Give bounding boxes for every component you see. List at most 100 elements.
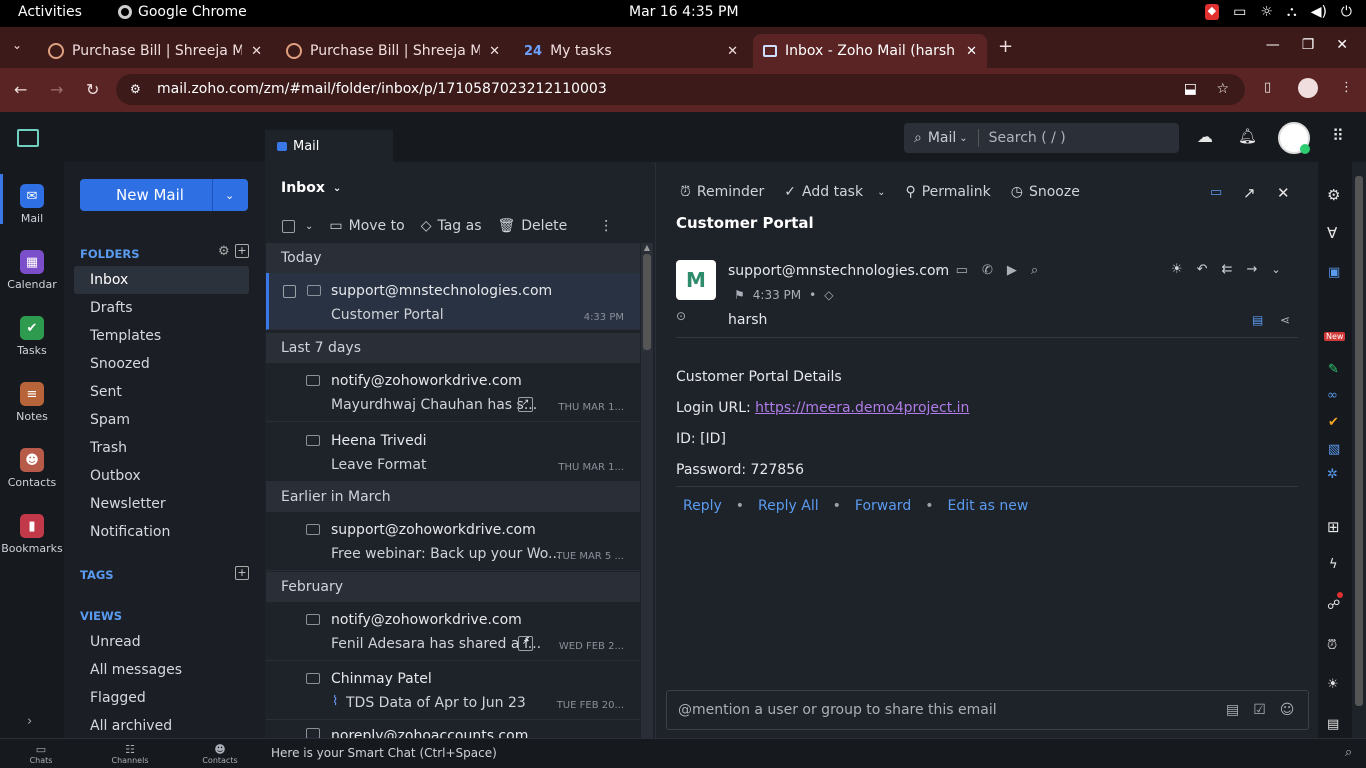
edit-as-new-link[interactable]: Edit as new	[947, 498, 1028, 514]
bell-icon[interactable]: 🔔︎	[1238, 127, 1257, 145]
share-icon[interactable]: ⋖	[1280, 313, 1290, 327]
brightness-icon[interactable]: ☼	[1260, 4, 1273, 20]
browser-tab[interactable]: Purchase Bill | Shreeja M ✕	[276, 34, 510, 68]
calendar-widget-icon[interactable]: ▣	[1328, 265, 1340, 280]
folder-item-sent[interactable]: Sent	[74, 378, 249, 406]
add-integration-icon[interactable]: ⊞	[1327, 518, 1340, 536]
close-tab-icon[interactable]: ✕	[489, 44, 500, 59]
notes-icon[interactable]: ▤	[1226, 702, 1239, 718]
forward-link[interactable]: Forward	[855, 498, 911, 514]
settings-icon[interactable]: ⚙	[1327, 186, 1340, 204]
scroll-up-icon[interactable]: ▲	[641, 243, 653, 252]
close-tab-icon[interactable]: ✕	[251, 44, 262, 59]
vault-icon[interactable]: ∀	[1327, 224, 1337, 242]
folder-item-outbox[interactable]: Outbox	[74, 462, 249, 490]
list-scrollbar[interactable]: ▲	[641, 243, 653, 738]
task-icon[interactable]: ☑	[1253, 702, 1266, 718]
rail-notes[interactable]: ≡ Notes	[0, 382, 64, 423]
clock[interactable]: Mar 16 4:35 PM	[629, 4, 739, 20]
search-bar[interactable]: ⌕ Mail ⌄ Search ( / )	[904, 123, 1179, 153]
close-window-icon[interactable]: ✕	[1336, 37, 1348, 53]
close-tab-icon[interactable]: ✕	[966, 44, 977, 59]
back-icon[interactable]: ←	[14, 80, 27, 99]
more-options-icon[interactable]: ⌄	[1271, 263, 1280, 276]
close-icon[interactable]: ✕	[1277, 184, 1290, 202]
reply-icon[interactable]: ↶	[1197, 262, 1208, 277]
theme-toggle-icon[interactable]: ☀	[1171, 262, 1183, 277]
volume-icon[interactable]: ◀)	[1311, 4, 1327, 20]
list-item[interactable]: support@mnstechnologies.com Customer Por…	[266, 273, 640, 330]
activities-button[interactable]: Activities	[18, 4, 82, 20]
chevron-down-icon[interactable]: ⌄	[877, 187, 885, 198]
folder-item-trash[interactable]: Trash	[74, 434, 249, 462]
expand-rail-icon[interactable]: ›	[27, 714, 32, 729]
snooze-button[interactable]: ◷ Snooze	[1011, 184, 1080, 200]
forward-icon[interactable]: →	[50, 80, 63, 99]
move-to-button[interactable]: Move to	[349, 218, 405, 234]
tab-mail[interactable]: Mail	[265, 130, 393, 162]
add-task-button[interactable]: ✓ Add task ⌄	[784, 184, 885, 200]
row-checkbox[interactable]	[283, 285, 296, 298]
forward-icon[interactable]: →	[1246, 262, 1257, 277]
folder-item-newsletter[interactable]: Newsletter	[74, 490, 249, 518]
smart-chat-input[interactable]: Here is your Smart Chat (Ctrl+Space)	[271, 746, 497, 760]
list-item[interactable]: notify@zohoworkdrive.com Mayurdhwaj Chau…	[266, 363, 640, 422]
side-panel-icon[interactable]: ▯	[1264, 80, 1271, 95]
emoji-icon[interactable]: ☺	[1280, 702, 1295, 718]
reader-view-icon[interactable]: ▤	[1252, 313, 1263, 327]
more-icon[interactable]: ⋮	[599, 218, 613, 234]
video-icon[interactable]: ▶	[1007, 263, 1017, 278]
view-item-unread[interactable]: Unread	[74, 628, 249, 656]
bottom-chats[interactable]: ▭ Chats	[26, 743, 56, 765]
app-indicator-icon[interactable]: ◆	[1204, 4, 1220, 20]
folder-item-snoozed[interactable]: Snoozed	[74, 350, 249, 378]
scrollbar-thumb[interactable]	[643, 254, 651, 350]
rail-bookmarks[interactable]: ▮ Bookmarks	[0, 514, 64, 555]
mention-input[interactable]: @mention a user or group to share this e…	[666, 690, 1309, 730]
cloud-icon[interactable]: ☁	[1197, 127, 1213, 146]
list-item[interactable]: Heena Trivedi Leave Format THU MAR 1...	[266, 423, 640, 482]
folder-item-inbox[interactable]: Inbox	[74, 266, 249, 294]
reminder-button[interactable]: ⏰︎ Reminder	[680, 184, 764, 200]
delete-button[interactable]: Delete	[521, 218, 567, 234]
brightness-icon[interactable]: ☀	[1327, 677, 1339, 692]
search-icon[interactable]: ⌕	[1031, 263, 1038, 278]
todo-icon[interactable]: ✔	[1328, 415, 1339, 430]
connect-icon[interactable]: ✲	[1327, 467, 1338, 482]
chrome-menu-icon[interactable]: ⋮	[1340, 80, 1353, 95]
tab-search-button[interactable]: ⌄	[12, 38, 22, 52]
reply-all-link[interactable]: Reply All	[758, 498, 819, 514]
add-folder-icon[interactable]: +	[235, 244, 249, 258]
phone-icon[interactable]: ✆	[982, 263, 993, 278]
folder-item-spam[interactable]: Spam	[74, 406, 249, 434]
system-tray[interactable]: ◆ ▭ ☼ ⛬ ◀) ⏻	[1204, 4, 1352, 20]
contacts-sync-icon[interactable]: ☍	[1327, 598, 1340, 613]
network-icon[interactable]: ⛬	[1287, 4, 1297, 20]
link-share-icon[interactable]: ∞	[1327, 388, 1338, 403]
scrollbar-thumb[interactable]	[1355, 176, 1363, 706]
new-mail-dropdown-icon[interactable]: ⌄	[225, 189, 234, 202]
bookings-icon[interactable]: ✎	[1328, 362, 1339, 377]
reload-icon[interactable]: ↻	[86, 80, 99, 99]
view-item-flagged[interactable]: Flagged	[74, 684, 249, 712]
analytics-icon[interactable]: ▧	[1328, 442, 1340, 457]
rail-contacts[interactable]: ☻ Contacts	[0, 448, 64, 489]
browser-tab[interactable]: 24 My tasks ✕	[514, 34, 748, 68]
pop-out-icon[interactable]: ↗	[1243, 184, 1256, 202]
apps-grid-icon[interactable]: ⠿	[1332, 126, 1344, 145]
folder-item-notification[interactable]: Notification	[74, 518, 249, 546]
bottom-channels[interactable]: ☷ Channels	[110, 743, 150, 765]
search-icon[interactable]: ⌕	[1345, 745, 1352, 760]
install-icon[interactable]: ⬓	[1184, 74, 1197, 105]
sender-avatar[interactable]: M	[676, 260, 716, 300]
new-tab-button[interactable]: +	[998, 36, 1013, 57]
list-item[interactable]: notify@zohoworkdrive.com Fenil Adesara h…	[266, 602, 640, 661]
view-item-all-messages[interactable]: All messages	[74, 656, 249, 684]
chat-icon[interactable]: ▭	[1233, 4, 1246, 20]
lightning-icon[interactable]: ϟ	[1329, 557, 1338, 572]
zoho-mail-logo[interactable]	[17, 129, 39, 147]
expand-details-icon[interactable]: ⊙	[676, 309, 686, 323]
close-tab-icon[interactable]: ✕	[727, 44, 738, 59]
chevron-down-icon[interactable]: ⌄	[305, 221, 313, 232]
list-item[interactable]: noreply@zohoaccounts.com	[266, 720, 640, 738]
